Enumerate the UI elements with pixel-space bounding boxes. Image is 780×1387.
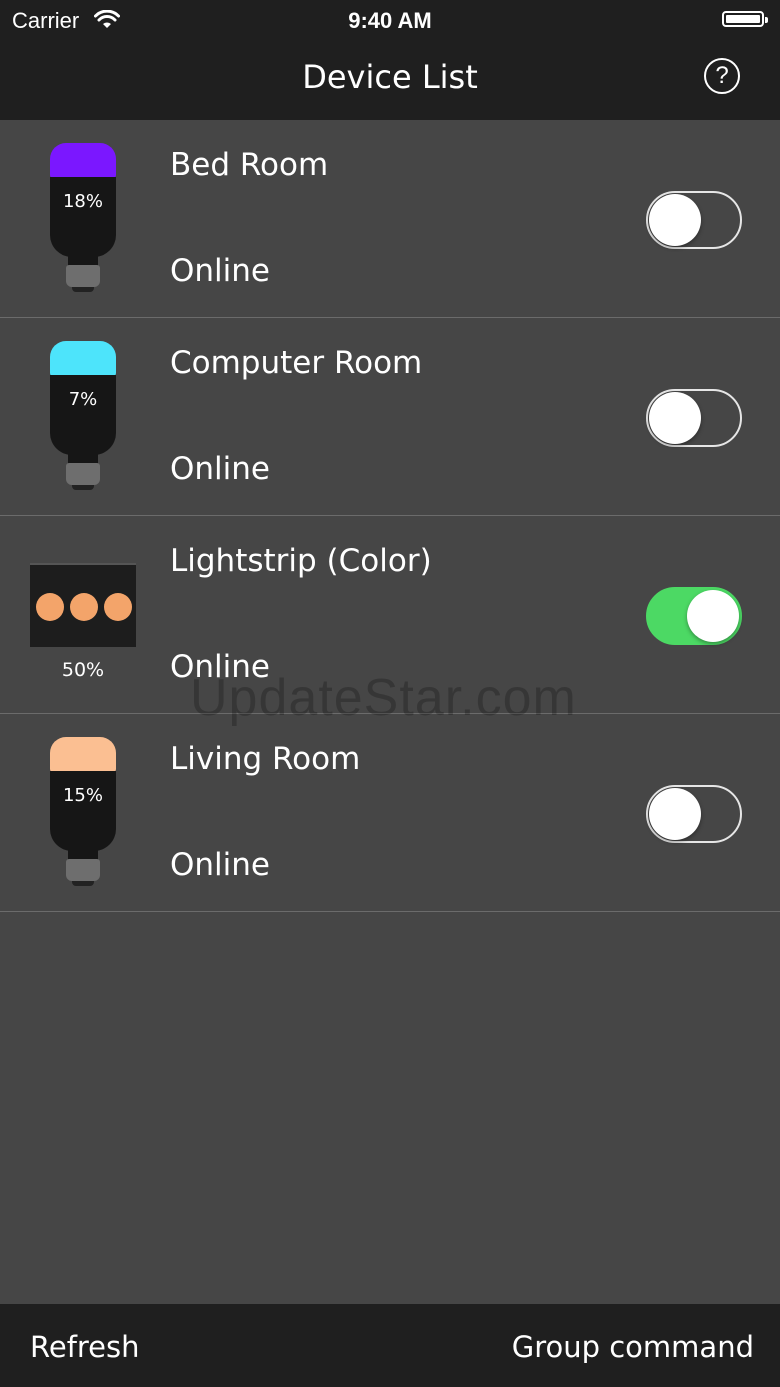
device-status: Online xyxy=(170,451,270,487)
toggle-knob xyxy=(649,392,701,444)
battery-icon xyxy=(722,11,768,27)
power-toggle[interactable] xyxy=(646,389,742,447)
bottom-toolbar: Refresh Group command xyxy=(0,1304,780,1387)
toggle-knob xyxy=(649,788,701,840)
device-name: Lightstrip (Color) xyxy=(170,543,432,579)
bulb-icon: 18% xyxy=(48,143,118,293)
refresh-button[interactable]: Refresh xyxy=(30,1330,140,1364)
lightstrip-icon xyxy=(30,563,136,647)
watermark: UpdateStar.com xyxy=(190,669,577,727)
group-command-button[interactable]: Group command xyxy=(512,1330,754,1364)
power-toggle[interactable] xyxy=(646,785,742,843)
device-name: Living Room xyxy=(170,741,361,777)
device-status: Online xyxy=(170,847,270,883)
clock: 9:40 AM xyxy=(348,8,432,33)
device-name: Bed Room xyxy=(170,147,329,183)
device-name: Computer Room xyxy=(170,345,423,381)
toggle-knob xyxy=(687,590,739,642)
brightness-label: 15% xyxy=(62,785,103,806)
status-bar: Carrier 9:40 AM xyxy=(0,0,780,40)
device-row[interactable]: 15% Living Room Online xyxy=(0,715,780,912)
brightness-label: 7% xyxy=(68,389,98,410)
bulb-icon: 7% xyxy=(48,341,118,491)
device-status: Online xyxy=(170,253,270,289)
brightness-label: 18% xyxy=(62,191,103,212)
page-title: Device List xyxy=(302,58,478,96)
power-toggle[interactable] xyxy=(646,587,742,645)
toggle-knob xyxy=(649,194,701,246)
bulb-icon: 15% xyxy=(48,737,118,887)
brightness-label: 50% xyxy=(61,659,105,681)
device-row[interactable]: 18% Bed Room Online xyxy=(0,121,780,318)
question-circle-icon[interactable]: ? xyxy=(704,58,740,94)
device-row[interactable]: 7% Computer Room Online xyxy=(0,319,780,516)
power-toggle[interactable] xyxy=(646,191,742,249)
nav-bar: Device List xyxy=(0,40,780,120)
